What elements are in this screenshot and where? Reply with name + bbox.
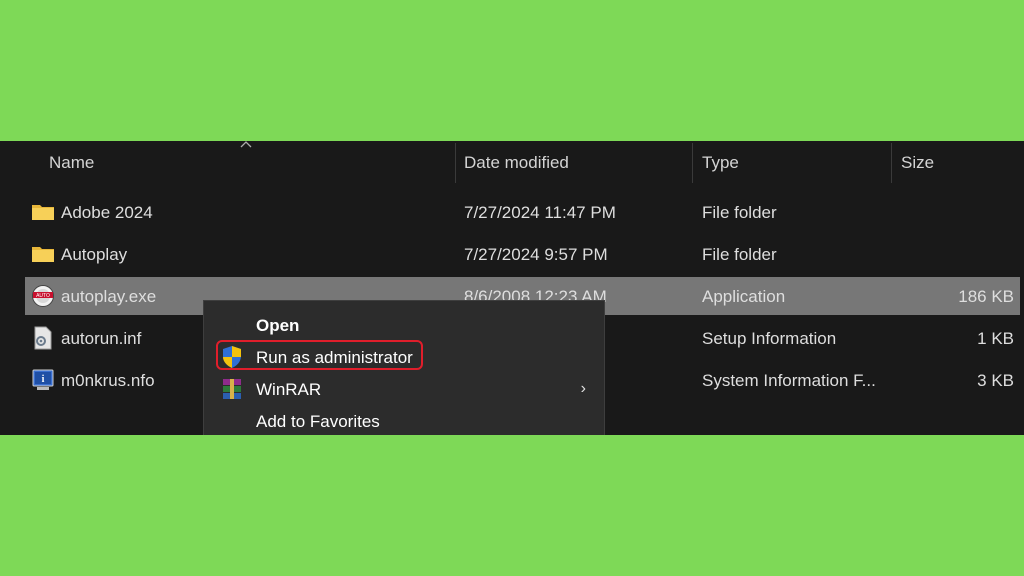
- folder-icon: [32, 205, 54, 220]
- file-type: File folder: [702, 203, 777, 222]
- settings-file-icon: [34, 326, 52, 350]
- column-header-date-modified[interactable]: Date modified: [464, 153, 569, 173]
- file-size: 186 KB: [958, 287, 1014, 306]
- svg-text:AUTO: AUTO: [36, 293, 50, 299]
- column-header-name[interactable]: Name: [49, 153, 94, 173]
- file-type: Application: [702, 287, 786, 306]
- winrar-icon: [223, 379, 241, 399]
- file-name: Adobe 2024: [61, 203, 153, 222]
- column-header-type[interactable]: Type: [702, 153, 739, 173]
- menu-item-winrar[interactable]: WinRAR ›: [204, 373, 604, 405]
- file-row[interactable]: Autoplay 7/27/2024 9:57 PM File folder: [25, 235, 1020, 273]
- file-name: autorun.inf: [61, 329, 142, 348]
- column-divider[interactable]: [455, 143, 456, 183]
- column-header-bar: Name Date modified Type Size: [0, 141, 1024, 185]
- file-name: m0nkrus.nfo: [61, 371, 155, 390]
- system-info-icon: i: [32, 369, 54, 390]
- file-name: autoplay.exe: [61, 287, 157, 306]
- uac-shield-icon: [223, 346, 241, 368]
- menu-item-label: Open: [256, 316, 300, 335]
- file-date-modified: 7/27/2024 9:57 PM: [464, 245, 608, 264]
- sort-ascending-icon: [240, 141, 252, 148]
- file-type: File folder: [702, 245, 777, 264]
- menu-item-run-as-administrator[interactable]: Run as administrator: [204, 340, 604, 373]
- menu-item-label: WinRAR: [256, 380, 322, 399]
- file-type: Setup Information: [702, 329, 837, 348]
- file-name: Autoplay: [61, 245, 128, 264]
- file-size: 1 KB: [977, 329, 1014, 348]
- folder-icon: [32, 247, 54, 262]
- exe-icon: AUTO: [32, 285, 54, 307]
- menu-item-open[interactable]: Open: [204, 309, 604, 341]
- chevron-right-icon: ›: [580, 380, 586, 397]
- menu-item-add-to-favorites[interactable]: Add to Favorites: [204, 405, 604, 437]
- column-divider[interactable]: [692, 143, 693, 183]
- file-row[interactable]: Adobe 2024 7/27/2024 11:47 PM File folde…: [25, 193, 1020, 231]
- file-type: System Information F...: [702, 371, 876, 390]
- menu-item-label: Run as administrator: [256, 348, 413, 367]
- menu-item-label: Add to Favorites: [256, 412, 380, 431]
- column-divider[interactable]: [891, 143, 892, 183]
- column-header-size[interactable]: Size: [901, 153, 934, 173]
- file-date-modified: 7/27/2024 11:47 PM: [464, 203, 616, 222]
- svg-text:i: i: [42, 374, 45, 385]
- context-menu: Open Run as administrator WinRAR › Add t…: [203, 300, 605, 435]
- file-size: 3 KB: [977, 371, 1014, 390]
